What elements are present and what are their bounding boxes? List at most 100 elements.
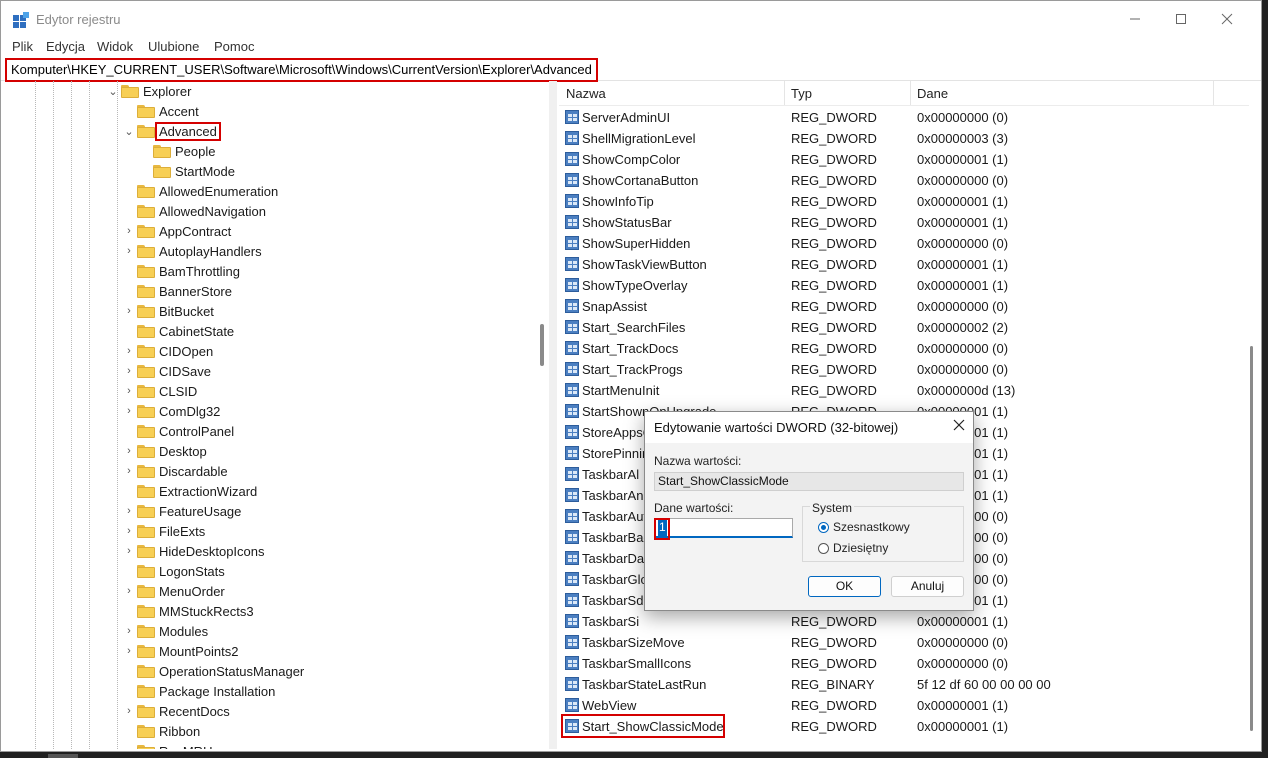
dialog-close-button[interactable] (953, 418, 965, 436)
value-name: ShowTypeOverlay (582, 278, 688, 293)
menu-edit[interactable]: Edycja (46, 39, 85, 54)
value-row[interactable]: Start_TrackProgs REG_DWORD 0x00000000 (0) (559, 359, 1249, 380)
tree-node[interactable]: › CIDSave (121, 361, 211, 381)
column-name-header[interactable]: Nazwa (566, 86, 606, 101)
chevron-right-icon[interactable]: › (121, 345, 137, 357)
tree-node[interactable]: BannerStore (121, 281, 232, 301)
radio-decimal[interactable]: Dziesiętny (818, 541, 888, 555)
chevron-right-icon[interactable]: › (121, 525, 137, 537)
chevron-right-icon[interactable]: › (121, 365, 137, 377)
tree-node[interactable]: › Discardable (121, 461, 228, 481)
ok-button[interactable]: OK (808, 576, 881, 597)
tree-node[interactable]: RunMRU (121, 741, 212, 749)
chevron-right-icon[interactable]: › (121, 305, 137, 317)
tree-node[interactable]: › MountPoints2 (121, 641, 238, 661)
tree-node[interactable]: Accent (121, 101, 199, 121)
value-row[interactable]: ShowInfoTip REG_DWORD 0x00000001 (1) (559, 191, 1249, 212)
folder-icon (137, 344, 155, 358)
tree-node[interactable]: OperationStatusManager (121, 661, 304, 681)
value-row[interactable]: StartMenuInit REG_DWORD 0x0000000d (13) (559, 380, 1249, 401)
tree-node[interactable]: ExtractionWizard (121, 481, 257, 501)
menu-file[interactable]: Plik (12, 39, 33, 54)
tree-node[interactable]: Package Installation (121, 681, 275, 701)
minimize-button[interactable] (1112, 1, 1158, 37)
value-data-input[interactable]: 1 (654, 518, 793, 538)
value-row[interactable]: ShowSuperHidden REG_DWORD 0x00000000 (0) (559, 233, 1249, 254)
value-row[interactable]: TaskbarSizeMove REG_DWORD 0x00000000 (0) (559, 632, 1249, 653)
tree-node[interactable]: AllowedEnumeration (121, 181, 278, 201)
value-row[interactable]: ServerAdminUI REG_DWORD 0x00000000 (0) (559, 107, 1249, 128)
menu-view[interactable]: Widok (97, 39, 133, 54)
value-row[interactable]: Start_SearchFiles REG_DWORD 0x00000002 (2) (559, 317, 1249, 338)
cancel-button[interactable]: Anuluj (891, 576, 964, 597)
value-row[interactable]: TaskbarSmallIcons REG_DWORD 0x00000000 (0) (559, 653, 1249, 674)
chevron-right-icon[interactable]: › (121, 465, 137, 477)
tree-node[interactable]: › CLSID (121, 381, 197, 401)
value-type: REG_DWORD (791, 215, 877, 230)
list-scrollbar-thumb[interactable] (1250, 346, 1253, 731)
tree-node[interactable]: ⌄ Explorer (105, 81, 191, 101)
address-path[interactable]: Komputer\HKEY_CURRENT_USER\Software\Micr… (5, 58, 598, 82)
tree-node[interactable]: › FileExts (121, 521, 205, 541)
chevron-right-icon[interactable]: › (121, 705, 137, 717)
tree-node[interactable]: › ComDlg32 (121, 401, 220, 421)
menu-help[interactable]: Pomoc (214, 39, 254, 54)
tree-node[interactable]: › AutoplayHandlers (121, 241, 261, 261)
value-row[interactable]: Start_TrackDocs REG_DWORD 0x00000000 (0) (559, 338, 1249, 359)
tree-node[interactable]: People (137, 141, 215, 161)
tree-node[interactable]: › HideDesktopIcons (121, 541, 264, 561)
value-row[interactable]: WebView REG_DWORD 0x00000001 (1) (559, 695, 1249, 716)
value-row[interactable]: ShowTypeOverlay REG_DWORD 0x00000001 (1) (559, 275, 1249, 296)
value-row[interactable]: SnapAssist REG_DWORD 0x00000000 (0) (559, 296, 1249, 317)
chevron-right-icon[interactable]: › (121, 545, 137, 557)
tree-scrollbar-thumb[interactable] (540, 324, 544, 366)
chevron-right-icon[interactable]: › (121, 585, 137, 597)
dword-value-icon (565, 257, 579, 271)
value-row[interactable]: ShowTaskViewButton REG_DWORD 0x00000001 (1… (559, 254, 1249, 275)
radio-hexadecimal[interactable]: Szesnastkowy (818, 520, 910, 534)
tree-node[interactable]: ControlPanel (121, 421, 234, 441)
value-row[interactable]: TaskbarSi REG_DWORD 0x00000001 (1) (559, 611, 1249, 632)
value-type: REG_DWORD (791, 152, 877, 167)
tree-node[interactable]: › Modules (121, 621, 208, 641)
chevron-right-icon[interactable]: › (121, 245, 137, 257)
key-tree[interactable]: ⌄ Explorer Accent ⌄ Advanced People StartMode A… (7, 81, 537, 749)
chevron-right-icon[interactable]: › (121, 645, 137, 657)
tree-node[interactable]: › CIDOpen (121, 341, 213, 361)
close-button[interactable] (1204, 1, 1250, 37)
chevron-down-icon[interactable]: ⌄ (105, 85, 121, 98)
tree-node[interactable]: StartMode (137, 161, 235, 181)
tree-node[interactable]: MMStuckRects3 (121, 601, 254, 621)
value-row[interactable]: Start_ShowClassicMode REG_DWORD 0x00000001… (559, 716, 1249, 737)
tree-node[interactable]: Ribbon (121, 721, 200, 741)
chevron-right-icon[interactable]: › (121, 225, 137, 237)
tree-node[interactable]: AllowedNavigation (121, 201, 266, 221)
chevron-down-icon[interactable]: ⌄ (121, 125, 137, 138)
tree-node[interactable]: ⌄ Advanced (121, 121, 221, 141)
chevron-right-icon[interactable]: › (121, 625, 137, 637)
pane-splitter[interactable] (549, 81, 557, 749)
tree-node[interactable]: › BitBucket (121, 301, 214, 321)
column-type-header[interactable]: Typ (791, 86, 812, 101)
column-data-header[interactable]: Dane (917, 86, 948, 101)
chevron-right-icon[interactable]: › (121, 445, 137, 457)
menu-favorites[interactable]: Ulubione (148, 39, 199, 54)
chevron-right-icon[interactable]: › (121, 385, 137, 397)
tree-node[interactable]: LogonStats (121, 561, 225, 581)
chevron-right-icon[interactable]: › (121, 405, 137, 417)
value-data: 0x00000001 (1) (917, 257, 1009, 272)
tree-node[interactable]: › Desktop (121, 441, 207, 461)
tree-node[interactable]: › AppContract (121, 221, 231, 241)
tree-node[interactable]: › RecentDocs (121, 701, 230, 721)
value-row[interactable]: TaskbarStateLastRun REG_BINARY 5f 12 df 60… (559, 674, 1249, 695)
tree-node[interactable]: BamThrottling (121, 261, 240, 281)
tree-node[interactable]: › MenuOrder (121, 581, 225, 601)
value-row[interactable]: ShowStatusBar REG_DWORD 0x00000001 (1) (559, 212, 1249, 233)
value-row[interactable]: ShowCortanaButton REG_DWORD 0x00000000 (0) (559, 170, 1249, 191)
maximize-button[interactable] (1158, 1, 1204, 37)
value-row[interactable]: ShowCompColor REG_DWORD 0x00000001 (1) (559, 149, 1249, 170)
chevron-right-icon[interactable]: › (121, 505, 137, 517)
value-row[interactable]: ShellMigrationLevel REG_DWORD 0x00000003 (… (559, 128, 1249, 149)
tree-node[interactable]: › FeatureUsage (121, 501, 241, 521)
tree-node[interactable]: CabinetState (121, 321, 234, 341)
